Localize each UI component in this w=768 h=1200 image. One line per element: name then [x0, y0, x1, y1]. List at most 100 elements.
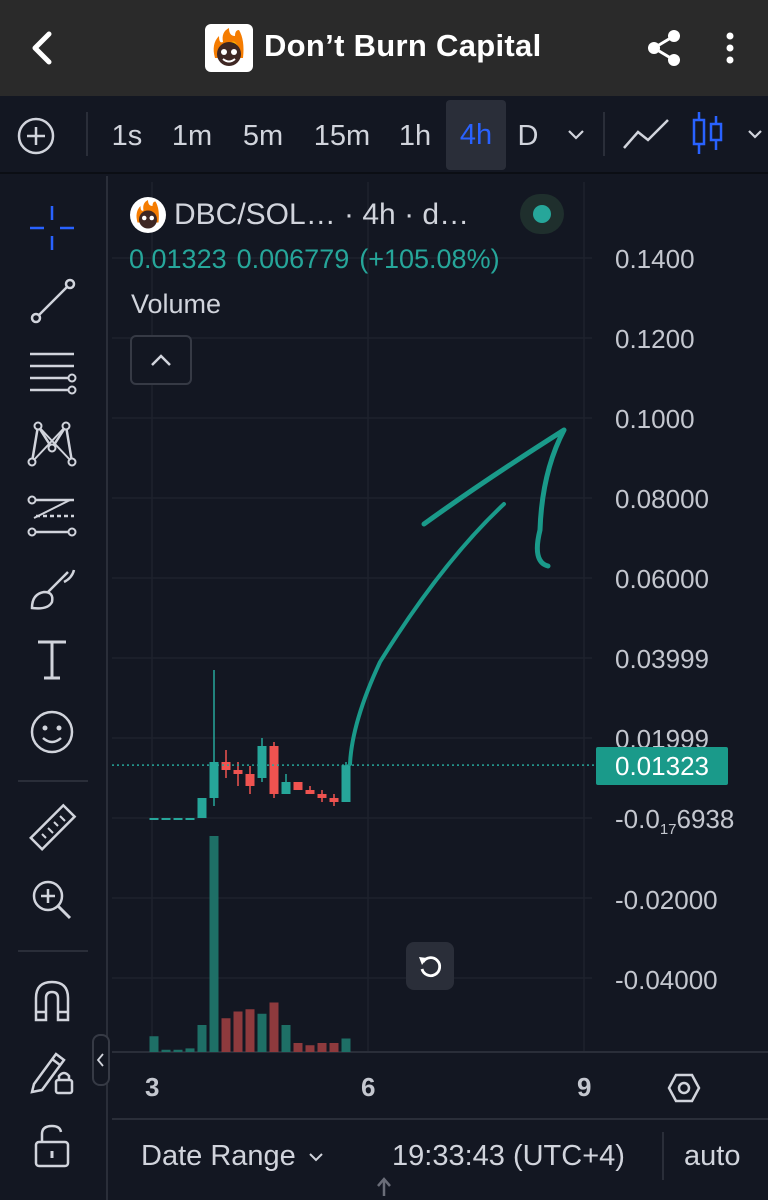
price-axis-label-subscript: -0.0176938: [615, 804, 734, 838]
price-change-percent: (+105.08%): [359, 244, 500, 274]
interval-1m[interactable]: 1m: [164, 114, 220, 158]
more-options-button[interactable]: [712, 24, 748, 72]
interval-d[interactable]: D: [512, 114, 544, 158]
share-button[interactable]: [640, 24, 688, 72]
flaming-skull-icon: [213, 28, 244, 66]
arrow-up-icon: [377, 1177, 391, 1196]
candle-body: [341, 765, 351, 802]
symbol-legend[interactable]: DBC/SOL… · 4h · d…: [130, 194, 469, 236]
candle-body: [329, 798, 339, 802]
candle-body: [161, 818, 171, 820]
app-header: Don’t Burn Capital: [0, 0, 768, 96]
interval-4h[interactable]: 4h: [446, 100, 506, 170]
expand-panel-handle[interactable]: [374, 1174, 394, 1198]
candle-body: [281, 782, 291, 794]
app-logo: [205, 24, 253, 72]
volume-series: [149, 836, 351, 1052]
toolbar-divider: [18, 780, 88, 782]
share-icon: [648, 30, 680, 66]
volume-legend[interactable]: Volume: [131, 289, 221, 320]
line-chart-type-button[interactable]: [620, 112, 674, 156]
interval-1h[interactable]: 1h: [392, 114, 438, 158]
volume-bar: [197, 1025, 207, 1052]
lock-drawing-tool[interactable]: [22, 1042, 82, 1102]
candle-body: [197, 798, 207, 818]
hexagon-settings-icon: [667, 1073, 701, 1103]
price-axis-label: 0.06000: [615, 564, 709, 594]
intervals-dropdown-button[interactable]: [564, 122, 588, 146]
date-range-label: Date Range: [141, 1140, 296, 1172]
time-axis-label: 9: [577, 1072, 592, 1102]
fib-retracement-tool[interactable]: [22, 342, 82, 402]
time-axis-label: 6: [361, 1072, 376, 1102]
price-axis-label: -0.02000: [615, 885, 718, 915]
token-logo: [130, 197, 166, 233]
chevron-down-icon: [748, 130, 762, 139]
add-symbol-button[interactable]: [16, 116, 56, 156]
date-range-button[interactable]: Date Range: [141, 1140, 326, 1173]
symbol-title: DBC/SOL… · 4h · d…: [174, 198, 470, 231]
zoom-tool[interactable]: [22, 870, 82, 930]
collapse-toolbar-button[interactable]: [92, 1034, 110, 1086]
price-change: 0.006779: [236, 244, 350, 274]
crosshair-icon: [30, 206, 74, 250]
flaming-skull-icon: [136, 200, 159, 229]
candle-body: [221, 762, 231, 770]
candlestick-icon: [692, 112, 723, 154]
plus-circle-icon: [17, 117, 55, 155]
line-chart-icon: [623, 119, 669, 149]
unlock-icon: [34, 1124, 70, 1168]
price-axis-label: 0.1000: [615, 404, 695, 434]
volume-bar: [305, 1045, 315, 1052]
magnet-icon: [34, 980, 70, 1022]
candle-body: [233, 770, 243, 774]
pattern-tool[interactable]: [22, 414, 82, 474]
smiley-icon: [30, 710, 74, 754]
forecasting-tool[interactable]: [22, 486, 82, 546]
more-vertical-icon: [726, 32, 734, 64]
interval-15m[interactable]: 15m: [306, 114, 378, 158]
bottom-divider: [662, 1132, 664, 1180]
volume-bar: [233, 1011, 243, 1052]
clock-timezone-button[interactable]: 19:33:43 (UTC+4): [392, 1140, 625, 1173]
current-price-badge: 0.01323: [596, 747, 728, 785]
rotate-ccw-icon: [419, 956, 442, 978]
collapse-legend-button[interactable]: [130, 335, 192, 385]
chart-types-dropdown-button[interactable]: [745, 122, 765, 146]
brush-tool[interactable]: [22, 558, 82, 618]
back-button[interactable]: [20, 24, 64, 72]
ruler-tool[interactable]: [22, 798, 82, 858]
text-t-icon: [38, 640, 66, 680]
volume-bar: [317, 1043, 327, 1052]
magnet-tool[interactable]: [22, 970, 82, 1030]
chevron-down-icon: [568, 130, 584, 140]
auto-scale-button[interactable]: auto: [684, 1140, 740, 1173]
arrow-left-icon: [32, 31, 52, 65]
candle-body: [149, 818, 159, 820]
chart-settings-button[interactable]: [664, 1068, 704, 1108]
volume-bar: [281, 1025, 291, 1052]
volume-bar: [245, 1009, 255, 1052]
emoji-tool[interactable]: [22, 702, 82, 762]
ruler-icon: [29, 803, 77, 851]
price-axis-label-prefix: -0.0: [615, 804, 660, 834]
chevron-left-icon: [96, 1053, 104, 1067]
reset-chart-button[interactable]: [406, 942, 454, 990]
lock-all-tool[interactable]: [22, 1116, 82, 1176]
interval-1s[interactable]: 1s: [104, 114, 150, 158]
pencil-lock-icon: [30, 1052, 74, 1095]
chevron-up-icon: [151, 354, 171, 366]
crosshair-tool[interactable]: [22, 198, 82, 258]
hand-drawn-arrow: [348, 427, 567, 766]
trend-line-tool[interactable]: [22, 270, 82, 330]
candles-chart-type-button[interactable]: [690, 108, 726, 158]
candle-body: [293, 782, 303, 790]
candle-body: [305, 790, 315, 794]
price-axis-label-sub: 17: [659, 821, 677, 839]
text-tool[interactable]: [22, 630, 82, 690]
market-status-indicator[interactable]: [520, 194, 564, 234]
last-price: 0.01323: [129, 244, 227, 274]
volume-bar: [221, 1018, 231, 1052]
interval-5m[interactable]: 5m: [234, 114, 292, 158]
chevron-down-icon: [309, 1152, 323, 1161]
